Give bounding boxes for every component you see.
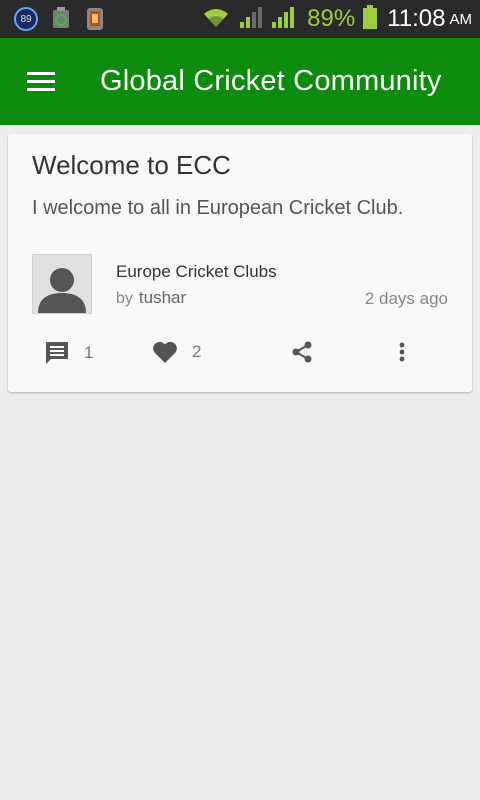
post-card[interactable]: Welcome to ECC I welcome to all in Europ…	[8, 134, 472, 392]
more-options-button[interactable]	[394, 340, 410, 364]
notification-badge-count: 89	[20, 13, 32, 25]
comments-count: 1	[84, 343, 94, 362]
like-button[interactable]: 2	[152, 340, 201, 364]
comment-button[interactable]: 1	[44, 340, 93, 366]
post-title[interactable]: Welcome to ECC	[32, 150, 231, 181]
app-title: Global Cricket Community	[100, 65, 442, 97]
app-bar: Global Cricket Community	[0, 38, 480, 125]
hamburger-menu-icon[interactable]	[12, 52, 72, 112]
more-vertical-icon	[394, 340, 410, 364]
signal-icon	[239, 5, 265, 34]
battery-percent: 89%	[307, 5, 356, 32]
status-bar: 89 89% 11:08 AM	[0, 0, 480, 38]
person-avatar-icon[interactable]	[32, 254, 92, 314]
heart-icon	[152, 340, 178, 364]
post-author-line: by tushar	[116, 288, 186, 308]
post-time-ago: 2 days ago	[364, 289, 448, 308]
clock-ampm: AM	[449, 10, 473, 28]
by-label: by	[116, 290, 133, 307]
android-app-icon	[50, 7, 72, 31]
signal-icon	[271, 5, 297, 34]
share-button[interactable]	[290, 340, 314, 364]
notification-badge-icon: 89	[14, 7, 38, 31]
post-author[interactable]: tushar	[139, 288, 186, 307]
clock: 11:08	[387, 5, 446, 32]
comment-icon	[44, 340, 70, 366]
wifi-icon	[201, 5, 231, 34]
phone-app-icon	[84, 7, 106, 31]
share-icon	[290, 340, 314, 364]
likes-count: 2	[192, 342, 202, 361]
battery-icon	[363, 4, 378, 34]
post-body: I welcome to all in European Cricket Clu…	[32, 197, 404, 219]
post-group-name[interactable]: Europe Cricket Clubs	[116, 262, 277, 282]
